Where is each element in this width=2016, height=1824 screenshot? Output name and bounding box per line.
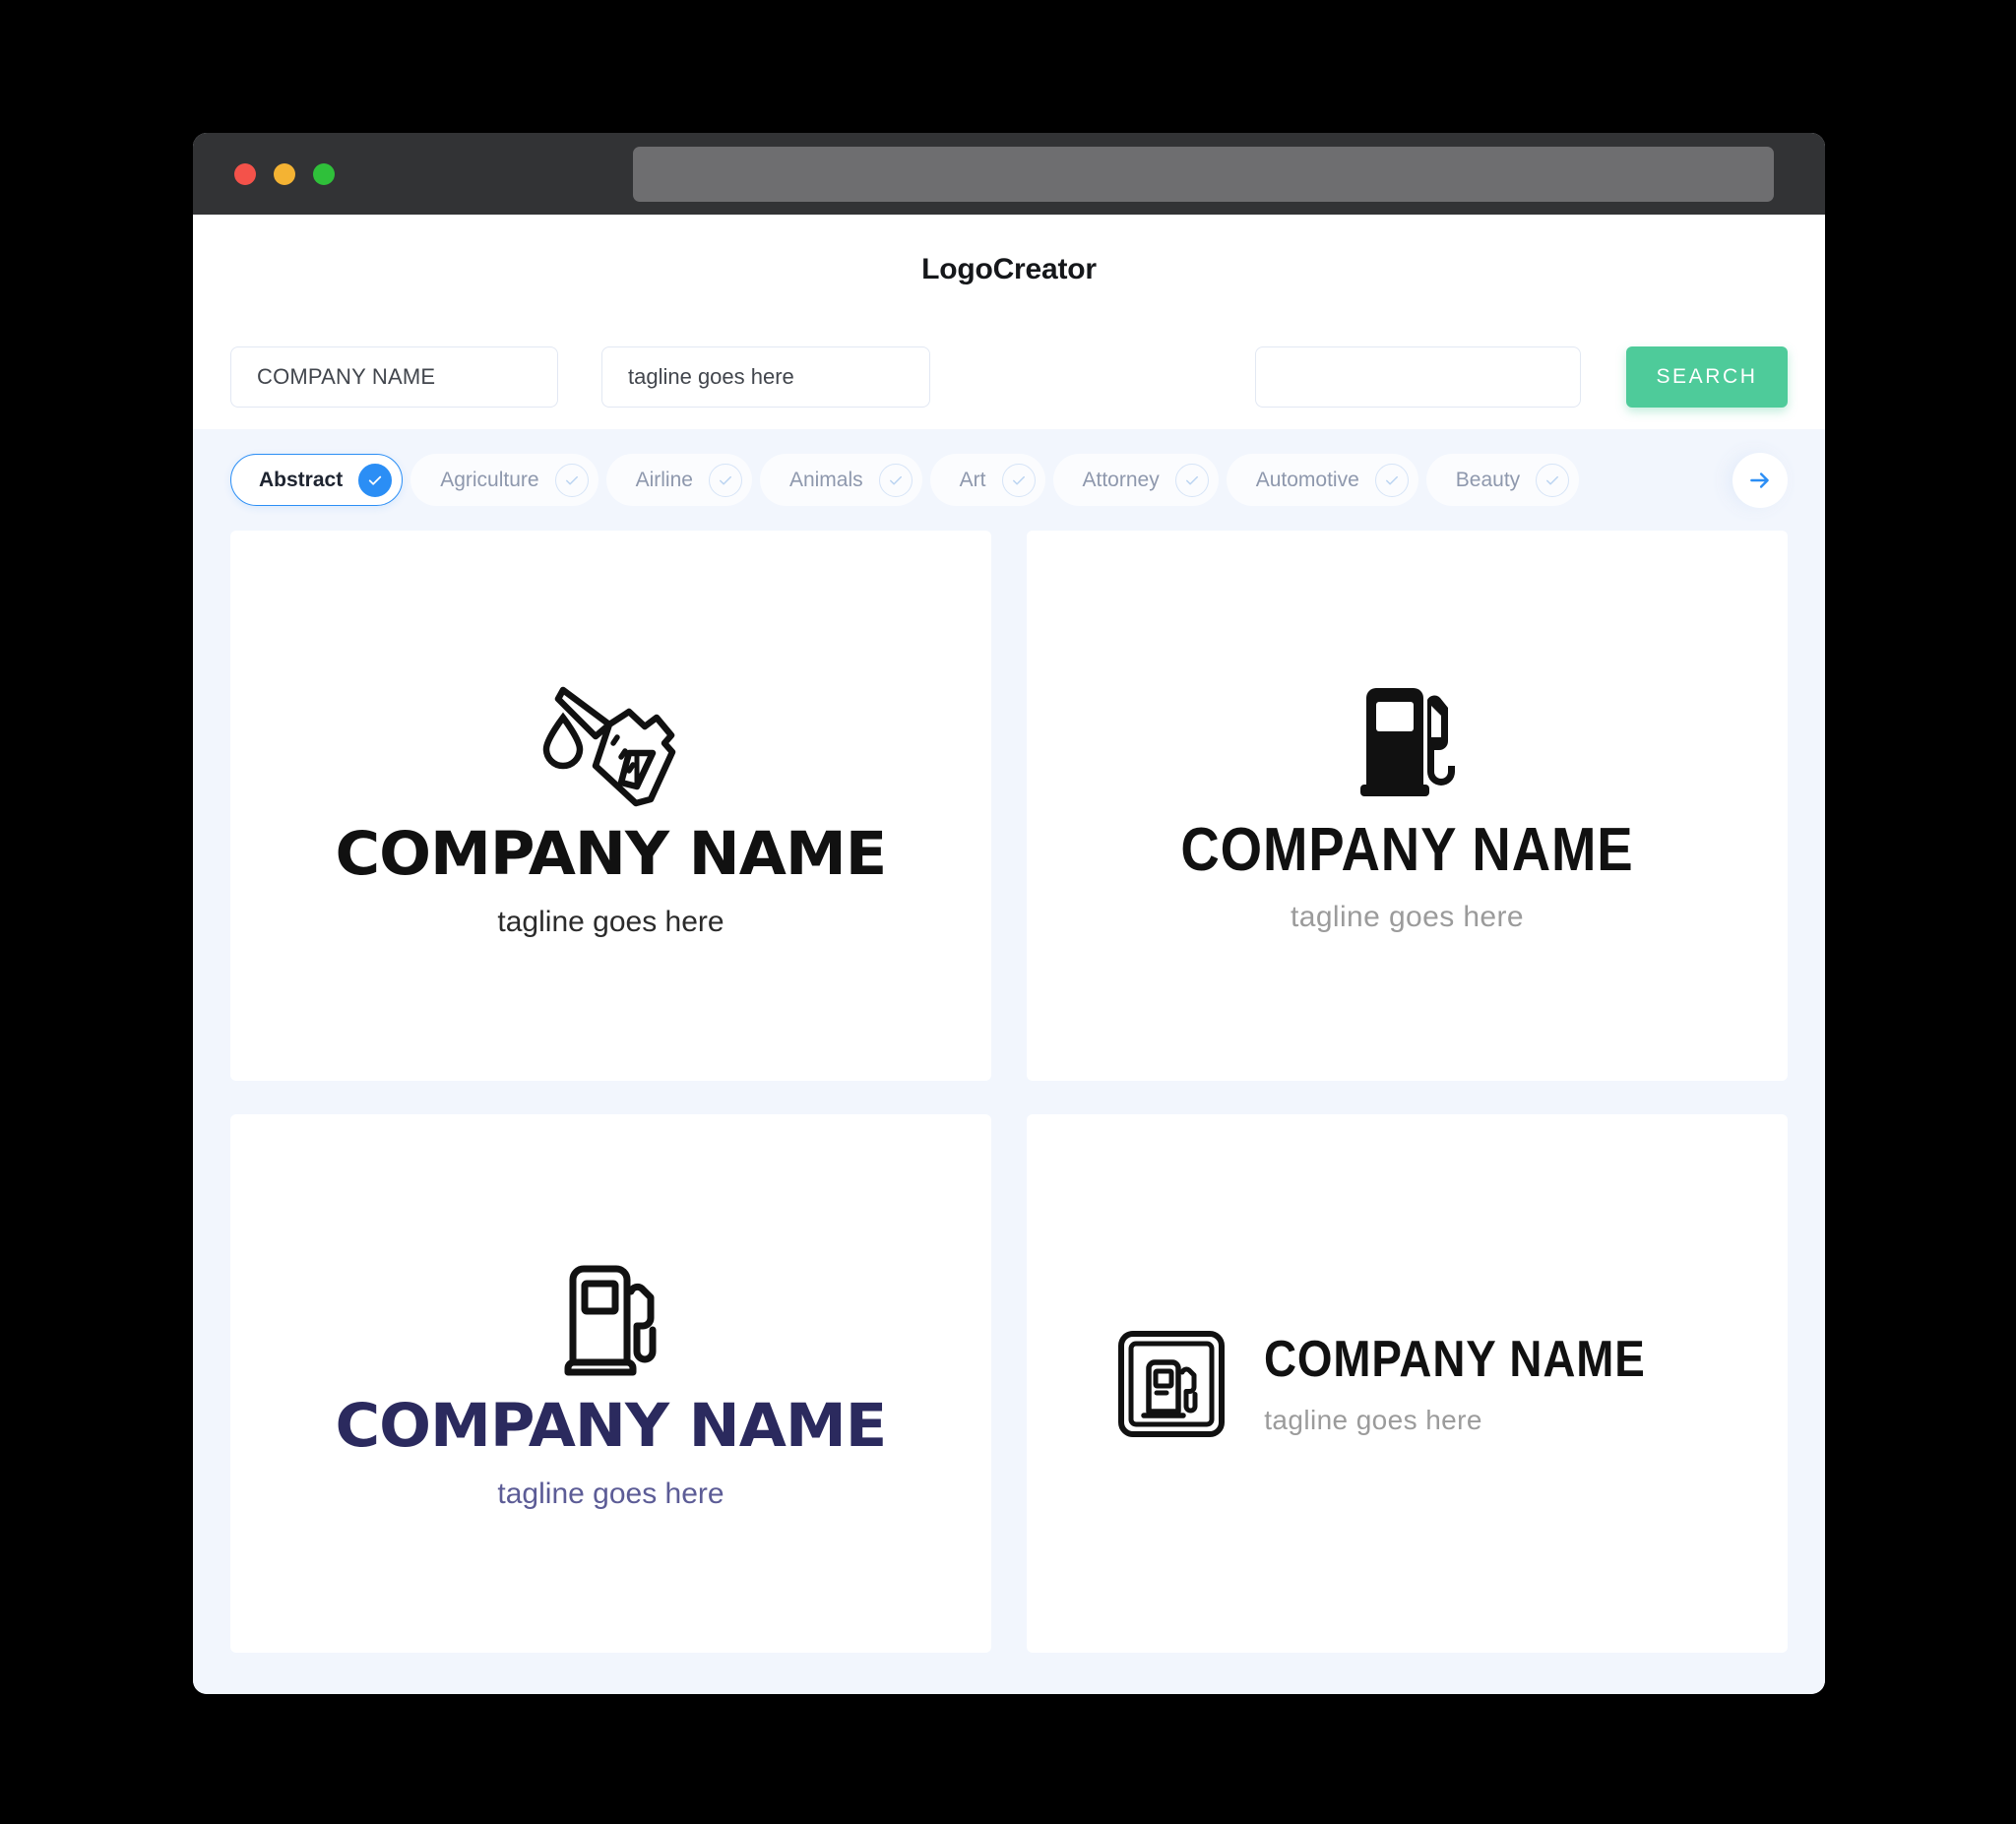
logo-card[interactable]: COMPANY NAME tagline goes here — [230, 531, 991, 1081]
category-chip-label: Beauty — [1455, 468, 1521, 491]
category-chip-attorney[interactable]: Attorney — [1052, 454, 1219, 506]
logo-card[interactable]: COMPANY NAME tagline goes here — [1027, 1114, 1788, 1653]
logo-company-name: COMPANY NAME — [1180, 815, 1634, 884]
logo-tagline: tagline goes here — [1291, 900, 1524, 933]
logo-preview: COMPANY NAME tagline goes here — [336, 674, 887, 938]
category-filter-bar: Abstract Agriculture Airline Animals Art Atto… — [193, 429, 1825, 531]
page-title: LogoCreator — [921, 253, 1097, 285]
categories-next-button[interactable] — [1732, 452, 1788, 508]
gas-pump-outline-icon — [560, 1258, 662, 1378]
logo-tagline: tagline goes here — [497, 1478, 724, 1510]
category-chip-label: Airline — [635, 468, 693, 491]
category-chip-label: Abstract — [259, 468, 344, 491]
logo-tagline: tagline goes here — [497, 906, 724, 938]
app-header: LogoCreator — [193, 215, 1825, 325]
check-circle-icon — [1174, 463, 1209, 497]
close-red-icon[interactable] — [234, 162, 256, 185]
arrow-right-icon — [1750, 472, 1769, 488]
category-chip-label: Automotive — [1255, 468, 1359, 491]
logo-tagline: tagline goes here — [1264, 1404, 1482, 1435]
screen-root: LogoCreator SEARCH Abstract Agriculture Ai… — [0, 0, 2016, 1824]
minimize-yellow-icon[interactable] — [274, 162, 295, 185]
browser-window: LogoCreator SEARCH Abstract Agriculture Ai… — [193, 133, 1825, 1694]
logo-text-block: COMPANY NAME tagline goes here — [1264, 1334, 1698, 1434]
traffic-light-group — [234, 162, 335, 185]
check-circle-icon — [1536, 463, 1570, 497]
logo-results-grid: COMPANY NAME tagline goes here COMPANY N… — [193, 531, 1825, 1694]
keyword-input[interactable] — [1255, 346, 1581, 408]
gas-pump-solid-icon — [1356, 680, 1459, 798]
category-chip-abstract[interactable]: Abstract — [230, 454, 404, 506]
fuel-nozzle-drip-icon — [535, 674, 688, 808]
logo-company-name: COMPANY NAME — [1264, 1330, 1646, 1388]
logo-company-name: COMPANY NAME — [335, 819, 888, 889]
gas-pump-framed-icon — [1116, 1329, 1227, 1439]
search-button[interactable]: SEARCH — [1626, 346, 1788, 408]
logo-preview: COMPANY NAME tagline goes here — [336, 1258, 887, 1510]
url-bar[interactable] — [633, 147, 1774, 202]
category-chip-airline[interactable]: Airline — [605, 454, 752, 506]
check-circle-icon — [554, 463, 589, 497]
company-name-input[interactable] — [230, 346, 558, 408]
check-circle-icon — [1001, 463, 1036, 497]
category-chip-beauty[interactable]: Beauty — [1425, 454, 1580, 506]
category-chip-animals[interactable]: Animals — [759, 454, 922, 506]
category-chip-automotive[interactable]: Automotive — [1226, 454, 1418, 506]
category-chip-label: Art — [959, 468, 986, 491]
logo-preview: COMPANY NAME tagline goes here — [1116, 1329, 1698, 1439]
category-chip-agriculture[interactable]: Agriculture — [410, 454, 598, 506]
category-chip-label: Animals — [788, 468, 863, 491]
check-filled-icon — [358, 463, 393, 497]
logo-card[interactable]: COMPANY NAME tagline goes here — [230, 1114, 991, 1653]
logo-company-name: COMPANY NAME — [335, 1391, 888, 1461]
browser-titlebar — [193, 133, 1825, 215]
tagline-input[interactable] — [601, 346, 930, 408]
category-chip-label: Agriculture — [440, 468, 539, 491]
logo-card[interactable]: COMPANY NAME tagline goes here — [1027, 531, 1788, 1081]
category-chip-track: Abstract Agriculture Airline Animals Art Atto… — [230, 454, 1788, 506]
check-circle-icon — [878, 463, 913, 497]
check-circle-icon — [1374, 463, 1409, 497]
maximize-green-icon[interactable] — [313, 162, 335, 185]
logo-preview: COMPANY NAME tagline goes here — [1150, 680, 1665, 932]
search-toolbar: SEARCH — [193, 325, 1825, 429]
check-circle-icon — [708, 463, 742, 497]
category-chip-art[interactable]: Art — [929, 454, 1045, 506]
category-chip-label: Attorney — [1082, 468, 1160, 491]
